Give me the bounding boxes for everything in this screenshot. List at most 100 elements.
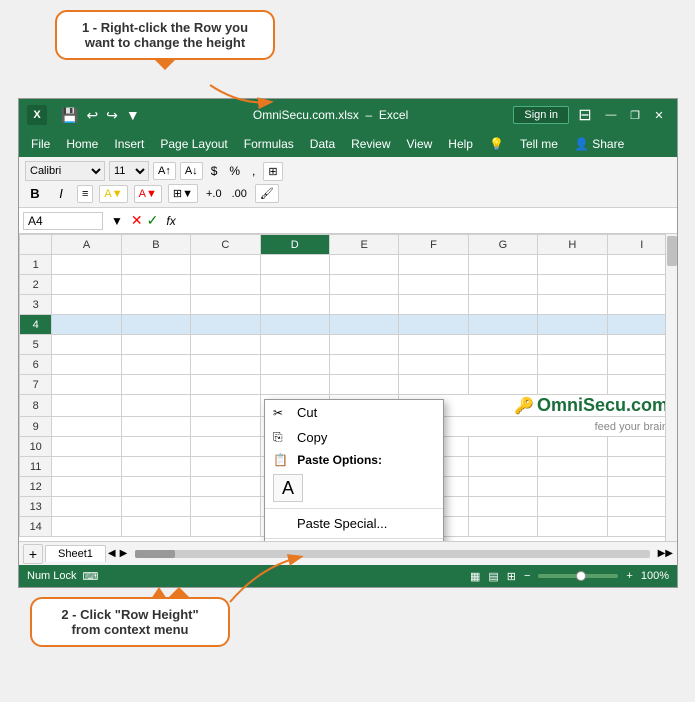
omnisecu-tagline: feed your brain: [595, 421, 668, 433]
zoom-slider-thumb[interactable]: [576, 571, 586, 581]
ctx-paste-special-label: Paste Special...: [297, 516, 387, 531]
menu-page-layout[interactable]: Page Layout: [152, 134, 235, 154]
ctx-paste-special[interactable]: Paste Special...: [265, 511, 443, 536]
zoom-out-icon[interactable]: −: [524, 570, 530, 582]
ctx-cut[interactable]: ✂ Cut: [265, 400, 443, 425]
sheet-scroll-right-icon[interactable]: ▶: [120, 548, 128, 559]
redo-icon[interactable]: ↪: [104, 105, 120, 126]
zoom-in-icon[interactable]: +: [626, 570, 632, 582]
formula-input[interactable]: [184, 214, 673, 228]
menu-insert[interactable]: Insert: [106, 134, 152, 154]
row-header-1[interactable]: 1: [20, 255, 52, 275]
window-icon[interactable]: ⊟: [573, 105, 597, 125]
scrollbar-thumb[interactable]: [667, 236, 677, 266]
menu-share[interactable]: 👤 Share: [566, 134, 632, 154]
font-size-select[interactable]: 11: [109, 161, 149, 181]
row-header-9[interactable]: 9: [20, 417, 52, 437]
merge-btn[interactable]: ⊞▼: [168, 184, 198, 203]
spreadsheet-area: A B C D E F G H I 1: [19, 234, 677, 541]
annotation-text-bottom: 2 - Click "Row Height" from context menu: [61, 607, 198, 637]
filename: OmniSecu.com.xlsx: [253, 108, 359, 122]
menu-tell-me[interactable]: Tell me: [512, 134, 566, 154]
signin-button[interactable]: Sign in: [513, 106, 569, 124]
annotation-text-top: 1 - Right-click the Row you want to chan…: [82, 20, 248, 50]
status-bar: Num Lock ⌨ ▦ ▤ ⊞ − + 100%: [19, 565, 677, 587]
row-header-14[interactable]: 14: [20, 517, 52, 537]
font-family-select[interactable]: Calibri: [25, 161, 105, 181]
comma-icon: ,: [248, 164, 259, 178]
format-painter-btn[interactable]: 🖌: [255, 184, 279, 203]
align-btn[interactable]: ≡: [77, 185, 93, 203]
save-icon[interactable]: 💾: [59, 105, 80, 126]
row-header-8[interactable]: 8: [20, 395, 52, 417]
row-header-11[interactable]: 11: [20, 457, 52, 477]
view-layout-icon[interactable]: ▤: [488, 570, 498, 583]
row-header-10[interactable]: 10: [20, 437, 52, 457]
table-row: 2: [20, 275, 677, 295]
col-header-B[interactable]: B: [121, 235, 190, 255]
restore-button[interactable]: ❐: [625, 105, 645, 125]
col-header-D[interactable]: D: [260, 235, 329, 255]
row-header-2[interactable]: 2: [20, 275, 52, 295]
ctx-cut-label: Cut: [297, 405, 317, 420]
col-header-G[interactable]: G: [468, 235, 537, 255]
corner-header: [20, 235, 52, 255]
formula-confirm-icon[interactable]: ✓: [147, 212, 159, 229]
row-header-5[interactable]: 5: [20, 335, 52, 355]
sheet-scroll-left-icon[interactable]: ◀: [108, 548, 116, 559]
paste-default-btn[interactable]: A: [273, 474, 303, 502]
menu-review[interactable]: Review: [343, 134, 398, 154]
more-icon[interactable]: ▼: [124, 105, 142, 125]
title-bar-left: X 💾 ↩ ↪ ▼: [27, 103, 148, 128]
fill-color-btn[interactable]: A▼: [99, 185, 127, 203]
minimize-button[interactable]: —: [601, 105, 621, 125]
menu-home[interactable]: Home: [58, 134, 106, 154]
horizontal-scrollbar-thumb[interactable]: [135, 550, 175, 558]
close-button[interactable]: ✕: [649, 105, 669, 125]
vertical-scrollbar[interactable]: [665, 234, 677, 541]
zoom-slider-track[interactable]: [538, 574, 618, 578]
scroll-right-end-icon[interactable]: ▶▶: [658, 548, 673, 559]
row-header-7[interactable]: 7: [20, 375, 52, 395]
formula-cancel-icon[interactable]: ✕: [131, 212, 143, 229]
ctx-copy[interactable]: ⎘ Copy: [265, 425, 443, 450]
decimal-increase-icon: +.0: [204, 188, 224, 200]
annotation-bubble-bottom: 2 - Click "Row Height" from context menu: [30, 597, 230, 647]
borders-btn[interactable]: ⊞: [263, 162, 282, 181]
excel-window: X 💾 ↩ ↪ ▼ OmniSecu.com.xlsx – Excel Sign…: [18, 98, 678, 588]
add-sheet-button[interactable]: +: [23, 544, 43, 564]
row-header-12[interactable]: 12: [20, 477, 52, 497]
col-header-E[interactable]: E: [329, 235, 398, 255]
menu-help[interactable]: Help: [440, 134, 481, 154]
italic-button[interactable]: I: [51, 186, 71, 201]
bold-button[interactable]: B: [25, 186, 45, 201]
menu-bar: File Home Insert Page Layout Formulas Da…: [19, 131, 677, 157]
font-color-btn[interactable]: A▼: [134, 185, 162, 203]
ribbon: Calibri 11 A↑ A↓ $ % , ⊞ B I ≡ A▼ A▼ ⊞▼ …: [19, 157, 677, 208]
row-header-3[interactable]: 3: [20, 295, 52, 315]
col-header-C[interactable]: C: [191, 235, 260, 255]
ribbon-format-row: B I ≡ A▼ A▼ ⊞▼ +.0 .00 🖌: [25, 184, 671, 203]
row-header-13[interactable]: 13: [20, 497, 52, 517]
menu-file[interactable]: File: [23, 134, 58, 154]
cell-reference-input[interactable]: [23, 212, 103, 230]
row-header-4[interactable]: 4: [20, 315, 52, 335]
view-normal-icon[interactable]: ▦: [470, 570, 480, 583]
col-header-A[interactable]: A: [52, 235, 121, 255]
menu-data[interactable]: Data: [302, 134, 343, 154]
horizontal-scrollbar[interactable]: [135, 550, 649, 558]
row-header-6[interactable]: 6: [20, 355, 52, 375]
menu-lightbulb-icon: 💡: [481, 134, 512, 154]
undo-icon[interactable]: ↩: [84, 105, 100, 126]
col-header-F[interactable]: F: [399, 235, 468, 255]
col-header-H[interactable]: H: [538, 235, 607, 255]
sheet-tab-sheet1[interactable]: Sheet1: [45, 545, 106, 562]
increase-font-btn[interactable]: A↑: [153, 162, 176, 180]
omnisecu-brand: OmniSecu.com: [537, 395, 668, 415]
decrease-font-btn[interactable]: A↓: [180, 162, 203, 180]
view-break-icon[interactable]: ⊞: [507, 570, 516, 583]
copy-icon: ⎘: [273, 430, 283, 445]
menu-view[interactable]: View: [399, 134, 441, 154]
annotation-bubble-top: 1 - Right-click the Row you want to chan…: [55, 10, 275, 60]
menu-formulas[interactable]: Formulas: [236, 134, 302, 154]
